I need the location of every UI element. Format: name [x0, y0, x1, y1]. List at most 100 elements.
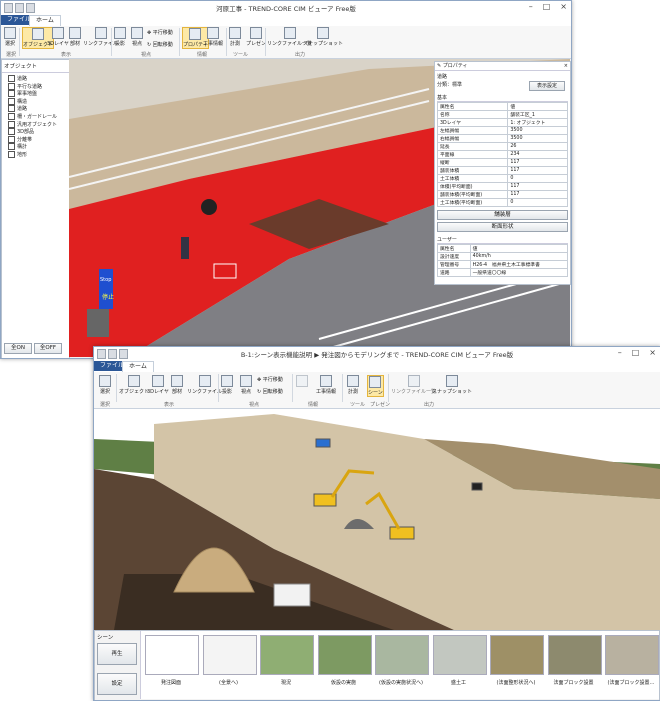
rotate-button[interactable]: ↻ 回転移動	[257, 388, 283, 395]
pan-button[interactable]: ✥ 平行移動	[257, 376, 283, 383]
measure-button[interactable]: 計測	[229, 27, 241, 47]
scene-button[interactable]: シーン	[367, 375, 384, 397]
attribute-value-cell[interactable]: 0	[507, 198, 568, 207]
checkbox[interactable]	[8, 90, 15, 98]
viewpoint-button[interactable]: 視点	[240, 375, 252, 395]
pavement-layer-button[interactable]: 舗装層	[437, 210, 568, 220]
attribute-value-cell[interactable]: 3500	[507, 134, 568, 143]
object-tree-item[interactable]: 道路	[8, 75, 67, 83]
layer3d-button[interactable]: 3Dレイヤ	[47, 27, 69, 47]
group-separator	[116, 374, 117, 402]
select-button[interactable]: 選択	[4, 27, 16, 47]
attribute-name-cell: 体積(平均断面)	[436, 182, 509, 191]
checkbox[interactable]	[8, 150, 15, 158]
object-tree-item[interactable]: 構造	[8, 97, 67, 106]
attribute-name-cell: 平面線	[436, 150, 509, 159]
close-icon[interactable]: ×	[564, 62, 568, 70]
member-button[interactable]: 部材	[69, 27, 81, 47]
projection-button[interactable]: 投影	[114, 27, 126, 47]
object-tree-item[interactable]: 地形	[8, 150, 67, 159]
window-controls: – □ ×	[529, 2, 567, 11]
checkbox[interactable]	[8, 75, 15, 82]
minimize-icon[interactable]: –	[618, 348, 622, 357]
settings-button[interactable]: 設定	[97, 673, 137, 695]
construction-info-button[interactable]: 工事情報	[316, 375, 336, 395]
scene-panel-header: シーン	[97, 635, 114, 641]
back-window: 河原工事 - TREND-CORE CIM ビューア Free版 – □ × ファイ…	[0, 0, 572, 359]
scene-thumbnail[interactable]: 法面ブロック設置	[547, 635, 602, 690]
attribute-value-cell: 値	[469, 244, 569, 253]
object-tree-item[interactable]: 平行な道路	[8, 82, 67, 91]
close-icon[interactable]: ×	[649, 348, 656, 357]
object-tree-item[interactable]: 構計	[8, 143, 67, 151]
play-button[interactable]: 再生	[97, 643, 137, 665]
section-shape-button[interactable]: 断面形状	[437, 222, 568, 232]
minimize-icon[interactable]: –	[529, 2, 533, 11]
object-tree-item[interactable]: 汎用オブジェクト	[8, 120, 67, 129]
object-tree-item[interactable]: 分離帯	[8, 135, 67, 144]
table-row: 延長 26	[436, 142, 568, 151]
tab-home[interactable]: ホーム	[29, 15, 61, 26]
member-button[interactable]: 部材	[171, 375, 183, 395]
present-button[interactable]: プレゼン	[246, 27, 266, 47]
construction-info-button[interactable]: 工事情報	[203, 27, 223, 47]
checkbox[interactable]	[8, 105, 15, 113]
scene-thumbnail[interactable]: 仮設の実施	[317, 635, 372, 690]
attribute-name-cell: 名称	[436, 110, 509, 119]
attribute-value-cell[interactable]: 3500	[507, 126, 568, 135]
snapshot-button[interactable]: スナップショット	[432, 375, 472, 395]
attribute-value-cell[interactable]: 234	[507, 150, 568, 159]
snapshot-button[interactable]: スナップショット	[303, 27, 343, 47]
attribute-name-cell: 土工体積	[436, 174, 509, 183]
maximize-icon[interactable]: □	[543, 2, 551, 11]
attribute-value-cell[interactable]: 26	[507, 142, 568, 151]
checkbox[interactable]	[8, 143, 15, 151]
layer3d-button[interactable]: 3Dレイヤ	[147, 375, 169, 395]
checkbox[interactable]	[8, 120, 15, 128]
scene-thumbnail[interactable]: (全景へ)	[202, 635, 257, 690]
scene-thumbnail[interactable]: (仮設の実施状況へ)	[375, 635, 429, 690]
checkbox[interactable]	[8, 128, 15, 136]
linkfile-button[interactable]: リンクファイル	[187, 375, 222, 395]
checkbox[interactable]	[8, 135, 15, 143]
close-icon[interactable]: ×	[560, 2, 567, 11]
pan-button[interactable]: ✥ 平行移動	[147, 29, 173, 36]
checkbox[interactable]	[8, 112, 15, 120]
property-button[interactable]	[296, 375, 308, 388]
linkfile-list-button[interactable]: リンクファイル一覧	[391, 375, 436, 395]
scene-thumbnail[interactable]: 盛土工	[432, 635, 487, 690]
attribute-value-cell[interactable]: 117	[507, 166, 568, 175]
all-on-button[interactable]: 全ON	[4, 343, 32, 354]
projection-button[interactable]: 投影	[221, 375, 233, 395]
object-tree-item[interactable]: 道路	[8, 105, 67, 113]
viewpoint-button[interactable]: 視点	[131, 27, 143, 47]
scene-thumbnail[interactable]: 現況	[260, 635, 314, 690]
maximize-icon[interactable]: □	[632, 348, 640, 357]
select-button[interactable]: 選択	[99, 375, 111, 395]
tab-home[interactable]: ホーム	[122, 361, 154, 372]
scene-thumbnail[interactable]: (法面整形状況へ)	[490, 635, 544, 690]
scene-thumbnail[interactable]: (法面ブロック設置…	[605, 635, 659, 690]
checkbox[interactable]	[8, 97, 15, 105]
attribute-value-cell[interactable]: 117	[507, 182, 568, 191]
scene-thumbnail[interactable]: 発注図面	[145, 635, 199, 690]
rotate-button[interactable]: ↻ 回転移動	[147, 41, 173, 48]
checkbox[interactable]	[8, 82, 15, 90]
front-3d-viewport[interactable]	[94, 409, 660, 630]
object-tree-item[interactable]: 軍事地盤	[8, 90, 67, 98]
attribute-value-cell[interactable]: 0	[507, 174, 568, 183]
object-tree-item[interactable]: 3D部品	[8, 128, 67, 136]
group-separator	[265, 28, 266, 56]
attribute-value-cell[interactable]: 117	[507, 190, 568, 199]
all-off-button[interactable]: 全OFF	[34, 343, 62, 354]
attribute-value-cell[interactable]: 1: オブジェクト	[507, 118, 568, 127]
display-settings-button[interactable]: 表示設定	[529, 81, 565, 91]
attribute-value-cell[interactable]: 117	[507, 158, 568, 167]
attribute-value-cell[interactable]: 舗装工区_1	[507, 110, 568, 119]
object-button[interactable]: オブジェクト	[119, 375, 149, 395]
table-row: 右幅員幅 3500	[436, 134, 568, 143]
table-row: 道路 一般県道〇〇線	[437, 268, 569, 277]
linkfile-button[interactable]: リンクファイル	[83, 27, 118, 47]
measure-button[interactable]: 計測	[347, 375, 359, 395]
object-tree-item[interactable]: 柵・ガードレール	[8, 112, 67, 121]
